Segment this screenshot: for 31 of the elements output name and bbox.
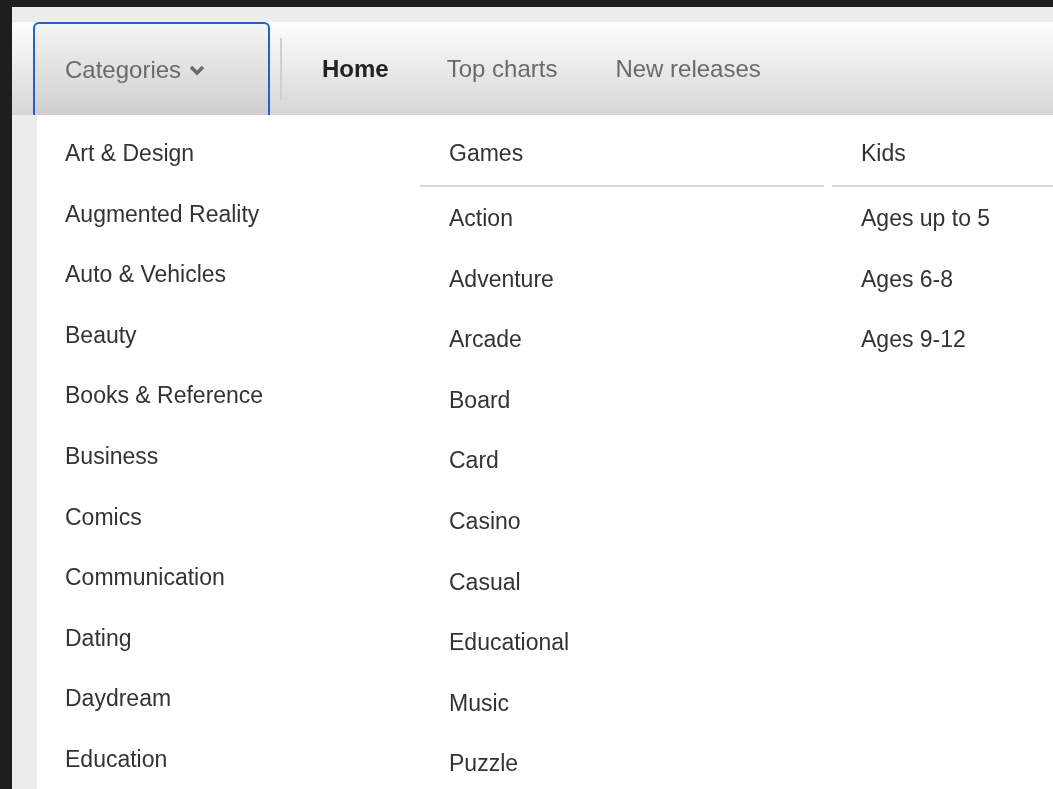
- category-link[interactable]: Books & Reference: [65, 381, 420, 442]
- category-link[interactable]: Communication: [65, 563, 420, 624]
- nav-tab[interactable]: Home: [310, 50, 401, 87]
- chevron-down-icon: [189, 63, 206, 76]
- category-link[interactable]: Art & Design: [65, 139, 420, 200]
- category-link[interactable]: Daydream: [65, 684, 420, 745]
- category-link[interactable]: Adventure: [420, 264, 824, 326]
- category-link[interactable]: Beauty: [65, 320, 420, 382]
- category-link[interactable]: Dating: [65, 623, 420, 685]
- group-heading: Games: [420, 139, 824, 187]
- category-link[interactable]: Business: [65, 441, 420, 503]
- category-link[interactable]: Action: [420, 204, 824, 265]
- category-link[interactable]: Ages 6-8: [832, 264, 1053, 326]
- categories-dropdown[interactable]: Categories: [33, 22, 270, 115]
- category-link[interactable]: Ages 9-12: [832, 325, 1053, 386]
- category-link[interactable]: Card: [420, 446, 824, 507]
- category-link[interactable]: Augmented Reality: [65, 199, 420, 261]
- group-heading: Kids: [832, 139, 1053, 187]
- category-link[interactable]: Ages up to 5: [832, 204, 1053, 265]
- nav-tab[interactable]: Top charts: [434, 50, 570, 87]
- category-link[interactable]: Education: [65, 744, 420, 789]
- category-link[interactable]: Casual: [420, 567, 824, 629]
- category-link[interactable]: Educational: [420, 628, 824, 689]
- category-link[interactable]: Puzzle: [420, 749, 824, 789]
- nav-tab[interactable]: New releases: [603, 50, 773, 87]
- category-link[interactable]: Comics: [65, 502, 420, 564]
- category-link[interactable]: Arcade: [420, 325, 824, 386]
- category-link[interactable]: Board: [420, 385, 824, 447]
- category-link[interactable]: Music: [420, 688, 824, 750]
- category-link[interactable]: Casino: [420, 506, 824, 568]
- category-link[interactable]: Auto & Vehicles: [65, 260, 420, 321]
